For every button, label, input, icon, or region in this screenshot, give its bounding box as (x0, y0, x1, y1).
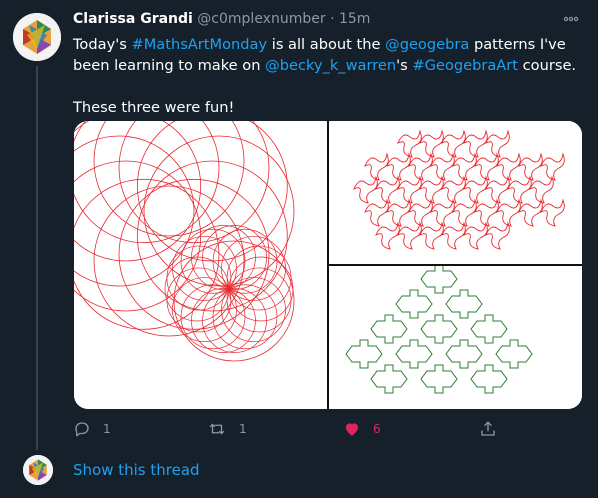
separator-dot: · (330, 11, 335, 27)
retweet-count: 1 (239, 422, 247, 436)
timestamp[interactable]: 15m (339, 11, 370, 27)
media-grid[interactable] (74, 121, 582, 409)
thread-avatar[interactable] (23, 455, 53, 485)
avatar-image (13, 13, 61, 61)
share-button[interactable] (479, 418, 497, 440)
author-handle[interactable]: @c0mplexnumber (197, 11, 325, 27)
like-count: 6 (373, 422, 381, 436)
more-icon[interactable] (563, 12, 579, 28)
thread-line (36, 66, 38, 450)
heart-icon (346, 423, 358, 436)
reply-button[interactable]: 1 (73, 418, 111, 440)
reply-count: 1 (103, 422, 111, 436)
text-segment: course. (518, 57, 577, 74)
text-line: These three were fun! (73, 99, 235, 116)
hashtag-link[interactable]: #GeogebraArt (412, 57, 518, 74)
media-image-red-tessellation[interactable] (329, 121, 582, 264)
action-bar: 1 1 6 (73, 418, 513, 440)
avatar[interactable] (13, 13, 61, 61)
retweet-button[interactable]: 1 (207, 418, 247, 440)
retweet-icon (209, 423, 225, 435)
text-segment: is all about the (267, 36, 386, 53)
reply-icon (75, 422, 89, 437)
like-button[interactable]: 6 (343, 418, 381, 440)
text-segment: Today's (73, 36, 132, 53)
tweet-header: Clarissa Grandi @c0mplexnumber · 15m (73, 10, 370, 28)
tweet[interactable]: Clarissa Grandi @c0mplexnumber · 15m Tod… (0, 0, 598, 498)
tweet-text: Today's #MathsArtMonday is all about the… (73, 34, 583, 118)
show-thread-link[interactable]: Show this thread (73, 461, 200, 479)
media-image-circles[interactable] (74, 121, 327, 409)
mention-link[interactable]: @becky_k_warren (265, 57, 396, 74)
author-name[interactable]: Clarissa Grandi (73, 11, 193, 27)
hashtag-link[interactable]: #MathsArtMonday (131, 36, 267, 53)
text-segment: 's (396, 57, 413, 74)
mention-link[interactable]: @geogebra (385, 36, 469, 53)
media-image-green-tessellation[interactable] (329, 264, 582, 409)
avatar-image (23, 455, 53, 485)
share-icon (481, 421, 495, 436)
